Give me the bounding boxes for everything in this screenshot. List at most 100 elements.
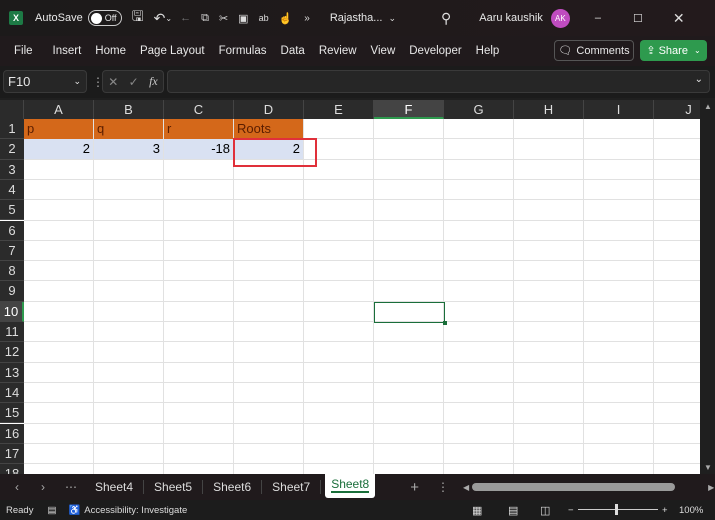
expand-icon[interactable]: ⌄ (695, 74, 703, 85)
select-all-corner[interactable] (0, 100, 24, 119)
row-header-14[interactable]: 14 (0, 382, 24, 404)
cut-icon[interactable]: ✂ (219, 12, 228, 25)
column-header-C[interactable]: C (164, 100, 234, 119)
minimize-icon[interactable]: – (595, 12, 601, 24)
macro-icon[interactable]: ▤ (47, 505, 56, 516)
row-header-1[interactable]: 1 (0, 119, 24, 140)
autosave-toggle[interactable]: Off (87, 10, 122, 26)
spreadsheet-grid[interactable]: A B C D E F G H I J 1 2 3 4 5 6 7 8 9 10 11 12 13 14 15 16 17 18 p q r… (0, 100, 700, 474)
row-header-11[interactable]: 11 (0, 322, 24, 343)
row-header-16[interactable]: 16 (0, 423, 24, 444)
options-icon[interactable]: ⋮ (437, 480, 449, 494)
normal-view-icon[interactable]: ▦ (472, 504, 482, 517)
maximize-icon[interactable]: ☐ (633, 12, 643, 25)
sheet-tab-sheet7[interactable]: Sheet7 (262, 480, 322, 494)
cell-B2[interactable]: 3 (94, 139, 163, 160)
next-sheet-icon[interactable]: › (41, 480, 45, 494)
zoom-slider[interactable] (578, 504, 658, 515)
tab-file[interactable]: File (7, 45, 40, 57)
row-header-13[interactable]: 13 (0, 362, 24, 383)
comments-button[interactable]: 🗨 Comments (554, 40, 634, 61)
tab-page-layout[interactable]: Page Layout (133, 45, 212, 57)
column-header-E[interactable]: E (304, 100, 374, 119)
vertical-scrollbar[interactable]: ▲ ▼ (700, 100, 715, 474)
row-header-8[interactable]: 8 (0, 261, 24, 282)
picture-icon[interactable]: ▣ (238, 12, 248, 25)
more-commands-icon[interactable]: » (304, 13, 310, 24)
row-header-7[interactable]: 7 (0, 240, 24, 262)
more-sheets-icon[interactable]: ⋯ (65, 480, 77, 494)
tab-view[interactable]: View (364, 45, 403, 57)
sheet-tab-sheet4[interactable]: Sheet4 (85, 480, 145, 494)
page-break-view-icon[interactable]: ◫ (540, 504, 550, 517)
row-header-5[interactable]: 5 (0, 200, 24, 221)
column-header-D[interactable]: D (234, 100, 304, 119)
column-header-J[interactable]: J (654, 100, 700, 119)
tab-help[interactable]: Help (469, 45, 507, 57)
cell-C1[interactable]: r (164, 119, 233, 139)
scroll-left-icon[interactable]: ◀ (463, 483, 469, 492)
add-sheet-icon[interactable]: + (410, 479, 419, 496)
column-header-F[interactable]: F (374, 100, 444, 119)
insert-function-button[interactable]: fx (149, 74, 158, 89)
row-header-2[interactable]: 2 (0, 139, 24, 160)
cell-A1[interactable]: p (24, 119, 93, 139)
close-icon[interactable]: ✕ (673, 10, 685, 27)
copy-icon[interactable]: ⧉ (201, 12, 209, 25)
name-box[interactable]: F10 ⌄ (3, 70, 87, 93)
tab-developer[interactable]: Developer (402, 45, 468, 57)
row-header-15[interactable]: 15 (0, 403, 24, 424)
active-sheet-label: Sheet8 (331, 477, 370, 493)
active-cell-selection[interactable] (374, 301, 447, 325)
row-header-17[interactable]: 17 (0, 443, 24, 465)
tab-home[interactable]: Home (88, 45, 133, 57)
touch-icon[interactable]: ☝ (279, 12, 293, 25)
sheet-tab-sheet8[interactable]: Sheet8 (325, 474, 376, 498)
formula-input[interactable]: ⌄ (167, 70, 710, 93)
column-header-G[interactable]: G (444, 100, 514, 119)
column-header-A[interactable]: A (24, 100, 94, 119)
tab-insert[interactable]: Insert (46, 45, 89, 57)
row-header-6[interactable]: 6 (0, 220, 24, 241)
spelling-icon[interactable]: ab (259, 13, 269, 23)
chevron-down-icon[interactable]: ⌄ (165, 14, 172, 23)
accessibility-icon[interactable]: ♿ (68, 505, 80, 516)
tab-review[interactable]: Review (312, 45, 364, 57)
row-header-4[interactable]: 4 (0, 179, 24, 201)
file-name[interactable]: Rajastha... (330, 12, 383, 24)
horizontal-scrollbar[interactable] (472, 483, 676, 491)
sheet-tab-sheet5[interactable]: Sheet5 (144, 480, 204, 494)
zoom-out-icon[interactable]: − (568, 505, 574, 516)
row-header-18[interactable]: 18 (0, 464, 24, 474)
column-header-H[interactable]: H (514, 100, 584, 119)
share-button[interactable]: ⇪ Share ⌄ (640, 40, 707, 61)
page-layout-view-icon[interactable]: ▤ (508, 504, 518, 517)
column-header-B[interactable]: B (94, 100, 164, 119)
chevron-down-icon[interactable]: ⌄ (388, 13, 396, 24)
cell-B1[interactable]: q (94, 119, 163, 139)
row-header-9[interactable]: 9 (0, 281, 24, 302)
row-header-10[interactable]: 10 (0, 301, 24, 322)
accessibility-status[interactable]: Accessibility: Investigate (84, 505, 187, 516)
cancel-icon[interactable]: ✕ (108, 75, 118, 89)
cell-D1[interactable]: Roots (234, 119, 303, 139)
row-header-12[interactable]: 12 (0, 342, 24, 363)
zoom-in-icon[interactable]: + (662, 505, 668, 516)
cell-A2[interactable]: 2 (24, 139, 93, 160)
avatar[interactable]: AK (550, 8, 570, 28)
tab-data[interactable]: Data (274, 45, 312, 57)
zoom-level[interactable]: 100% (679, 505, 703, 516)
save-icon[interactable]: 🖫 (132, 6, 144, 30)
undo-icon[interactable]: ↶ (154, 10, 166, 27)
column-header-I[interactable]: I (584, 100, 654, 119)
enter-icon[interactable]: ✓ (129, 75, 139, 89)
search-icon[interactable]: ⚲ (441, 10, 451, 27)
row-header-3[interactable]: 3 (0, 159, 24, 180)
tab-formulas[interactable]: Formulas (212, 45, 274, 57)
user-name[interactable]: Aaru kaushik (479, 12, 543, 24)
prev-sheet-icon[interactable]: ‹ (15, 480, 19, 494)
scroll-right-icon[interactable]: ▶ (708, 483, 714, 492)
redo-icon[interactable]: ← (180, 12, 191, 24)
cell-C2[interactable]: -18 (164, 139, 233, 160)
sheet-tab-sheet6[interactable]: Sheet6 (203, 480, 263, 494)
